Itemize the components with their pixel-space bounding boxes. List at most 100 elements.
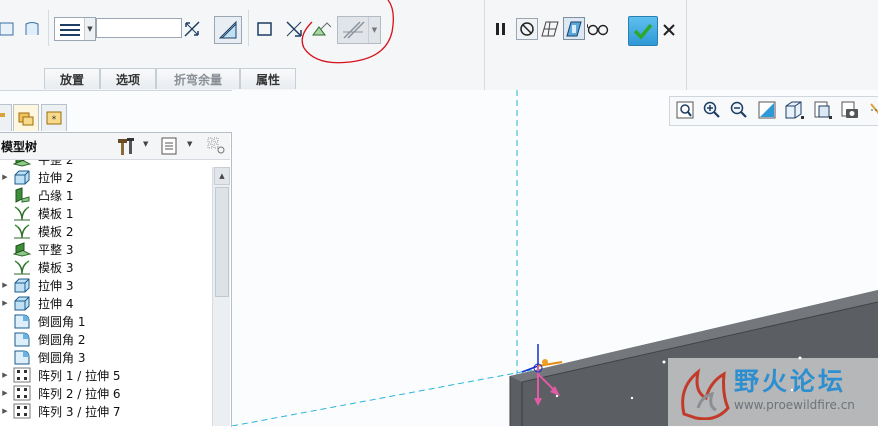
tree-item[interactable]: 平整 2	[0, 160, 212, 168]
tree-item-label: 阵列 2 / 拉伸 6	[38, 386, 121, 401]
extrude-icon	[12, 295, 32, 311]
folders-icon	[18, 112, 34, 126]
wall-side-button[interactable]	[214, 16, 242, 44]
tree-item[interactable]: 倒圆角 1	[0, 312, 212, 330]
chevron-down-icon: ▼	[143, 140, 149, 148]
tree-item[interactable]: 平整 3	[0, 240, 212, 258]
list-icon	[161, 137, 177, 155]
filter-button[interactable]	[206, 136, 228, 156]
tab-placement[interactable]: 放置	[44, 68, 100, 89]
sketch-plane-icon[interactable]	[0, 18, 18, 40]
expand-arrow-icon[interactable]: ▶	[0, 173, 10, 181]
flip-side-icon[interactable]	[21, 18, 43, 40]
flat-wall-icon	[12, 160, 32, 167]
tree-item-label: 平整 3	[38, 242, 74, 257]
camera-icon	[841, 101, 858, 118]
svg-text:*: *	[52, 115, 57, 125]
tab-bend-allowance[interactable]: 折弯余量	[156, 68, 240, 89]
pattern-icon	[12, 385, 32, 401]
site-name: 野火论坛	[734, 367, 847, 396]
no-preview-icon	[520, 22, 534, 36]
form-icon	[12, 205, 32, 221]
show-dropdown[interactable]: ▼	[160, 136, 196, 156]
tree-item[interactable]: 凸缘 1	[0, 186, 212, 204]
tree-item-label: 倒圆角 2	[38, 332, 86, 347]
datum-plane-top	[232, 369, 533, 426]
extrude-icon	[12, 169, 32, 185]
tree-item-label: 模板 3	[38, 260, 74, 275]
tree-item-label: 倒圆角 3	[38, 350, 86, 365]
tree-item[interactable]: ▶ 阵列 1 / 拉伸 5	[0, 366, 212, 384]
mesh-preview-button[interactable]	[539, 18, 561, 40]
saved-views-button[interactable]	[810, 98, 834, 122]
pause-icon	[496, 23, 505, 35]
flip-direction-icon[interactable]	[181, 18, 203, 40]
close-icon	[663, 24, 675, 36]
datum-display-button[interactable]	[864, 98, 878, 122]
hole-marker	[662, 360, 666, 364]
expand-arrow-icon[interactable]: ▶	[0, 389, 10, 397]
offset-value-input[interactable]	[96, 18, 182, 38]
tree-scrollbar[interactable]: ▲	[212, 167, 230, 426]
tree-item-label: 阵列 1 / 拉伸 5	[38, 368, 121, 383]
settings-dropdown[interactable]: ▼	[116, 136, 152, 156]
scroll-up-arrow-icon[interactable]: ▲	[214, 167, 230, 185]
tree-item[interactable]: ▶ 拉伸 3	[0, 276, 212, 294]
extrude-icon	[12, 277, 32, 293]
verify-button[interactable]	[587, 18, 609, 40]
watermark: 野火论坛 www.proewildfire.cn	[668, 358, 878, 426]
chevron-down-icon[interactable]: ▼	[84, 18, 95, 40]
scroll-thumb[interactable]	[215, 187, 229, 297]
zoom-in-button[interactable]	[700, 98, 724, 122]
refit-button[interactable]	[673, 98, 697, 122]
tab-folder-browser[interactable]	[13, 104, 39, 131]
view-manager-button[interactable]	[838, 98, 862, 122]
shaded-preview-button[interactable]	[563, 17, 585, 40]
expand-arrow-icon[interactable]: ▶	[0, 281, 10, 289]
graphics-window[interactable]: 野火论坛 www.proewildfire.cn	[232, 90, 878, 426]
round-icon	[12, 331, 32, 347]
tree-item[interactable]: ▶ 阵列 2 / 拉伸 6	[0, 384, 212, 402]
repaint-icon	[758, 101, 776, 119]
tab-properties[interactable]: 属性	[240, 68, 296, 89]
pause-button[interactable]	[490, 18, 512, 40]
tree-item[interactable]: ▶ 拉伸 2	[0, 168, 212, 186]
repaint-button[interactable]	[755, 98, 779, 122]
datum-display-icon	[870, 103, 878, 114]
tree-item[interactable]: ▶ 阵列 3 / 拉伸 7	[0, 402, 212, 420]
form-icon	[12, 223, 32, 239]
tree-item-label: 拉伸 4	[38, 296, 74, 311]
display-style-button[interactable]	[782, 98, 806, 122]
tree-item[interactable]: 倒圆角 3	[0, 348, 212, 366]
square-frame-icon[interactable]	[254, 18, 276, 40]
ribbon-tabs: 放置 选项 折弯余量 属性	[44, 68, 296, 89]
tree-item-label: 平整 2	[38, 160, 73, 168]
tab-model-tree[interactable]	[0, 104, 12, 131]
tree-item[interactable]: 倒圆角 2	[0, 330, 212, 348]
tree-item[interactable]: 模板 3	[0, 258, 212, 276]
checkmark-icon	[633, 23, 653, 40]
expand-arrow-icon[interactable]: ▶	[0, 371, 10, 379]
tools-icon	[118, 138, 134, 155]
cancel-button[interactable]	[658, 19, 680, 41]
zoom-out-icon	[730, 101, 747, 118]
model-tree-list: 平整 2 ▶ 拉伸 2 凸缘 1 模板 1 模板 2 平整 3 模板 3 ▶ 拉伸 3 ▶ 拉伸 4 倒…	[0, 160, 212, 426]
round-icon	[12, 313, 32, 329]
thickness-type-dropdown[interactable]: ▼	[54, 17, 96, 41]
tree-item-label: 拉伸 2	[38, 170, 74, 185]
expand-arrow-icon[interactable]: ▶	[0, 407, 10, 415]
ok-button[interactable]	[628, 16, 658, 46]
round-icon	[12, 349, 32, 365]
zoom-out-button[interactable]	[727, 98, 751, 122]
tab-options[interactable]: 选项	[100, 68, 156, 89]
tree-item[interactable]: ▶ 拉伸 4	[0, 294, 212, 312]
tree-item[interactable]: 模板 2	[0, 222, 212, 240]
hole-marker	[555, 394, 559, 398]
thickness-lines-icon	[60, 24, 80, 36]
tree-item[interactable]: 模板 1	[0, 204, 212, 222]
expand-arrow-icon[interactable]: ▶	[0, 299, 10, 307]
saved-views-icon	[814, 101, 832, 119]
form-icon	[12, 259, 32, 275]
tab-favorites[interactable]: *	[41, 104, 67, 131]
no-preview-button[interactable]	[516, 18, 538, 40]
